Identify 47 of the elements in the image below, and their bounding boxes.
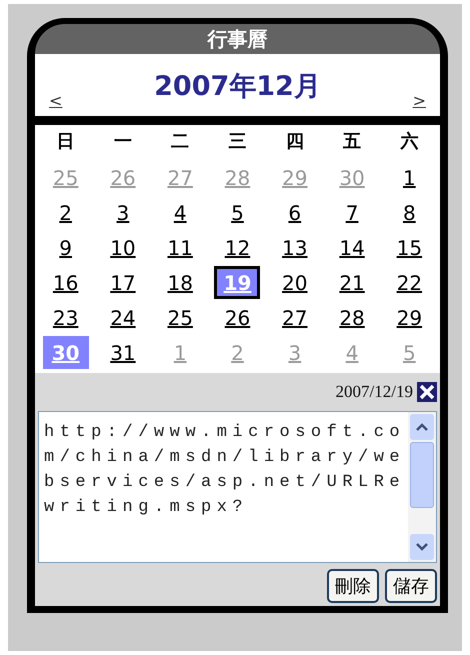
calendar-day[interactable]: 24 <box>100 301 146 334</box>
calendar-day[interactable]: 11 <box>157 231 204 264</box>
calendar-day[interactable]: 2 <box>42 196 89 229</box>
calendar-day[interactable]: 1 <box>386 161 432 194</box>
calendar-day[interactable]: 26 <box>214 301 260 334</box>
calendar-day[interactable]: 28 <box>329 301 376 334</box>
close-icon <box>419 384 435 400</box>
calendar-day[interactable]: 29 <box>386 301 432 334</box>
month-title: 2007年12月 <box>154 70 321 104</box>
calendar-day[interactable]: 21 <box>329 266 376 299</box>
calendar-day[interactable]: 9 <box>42 231 89 264</box>
weekday-label: 一 <box>112 130 133 154</box>
calendar-day[interactable]: 10 <box>100 231 146 264</box>
previous-month-link[interactable]: < <box>49 91 62 110</box>
calendar-day[interactable]: 8 <box>386 196 432 229</box>
calendar-day[interactable]: 16 <box>42 266 89 299</box>
calendar-day[interactable]: 27 <box>272 301 318 334</box>
calendar-day[interactable]: 4 <box>157 196 204 229</box>
calendar-day[interactable]: 22 <box>386 266 432 299</box>
calendar-day[interactable]: 18 <box>157 266 204 299</box>
weekday-label: 三 <box>227 130 248 154</box>
calendar-day[interactable]: 31 <box>100 336 146 369</box>
calendar-day[interactable]: 3 <box>100 196 146 229</box>
calendar-day[interactable]: 23 <box>42 301 89 334</box>
weekday-label: 五 <box>342 130 362 154</box>
selected-date: 2007/12/19 <box>336 382 413 402</box>
weekday-label: 日 <box>56 130 76 154</box>
calendar-day[interactable]: 6 <box>272 196 318 229</box>
calendar-day[interactable]: 13 <box>272 231 318 264</box>
calendar-day[interactable]: 25 <box>157 301 204 334</box>
weekday-label: 二 <box>170 130 190 154</box>
next-month-link[interactable]: > <box>412 91 426 110</box>
calendar-day[interactable]: 12 <box>214 231 260 264</box>
note-field[interactable]: http://www.microsoft.com/china/msdn/library/webservices/asp.net/URLRewriting.mspx? <box>38 411 437 563</box>
calendar-day[interactable]: 14 <box>329 231 376 264</box>
weekday-label: 四 <box>284 130 305 154</box>
weekday-label: 六 <box>399 130 420 154</box>
calendar-day[interactable]: 15 <box>386 231 432 264</box>
window-title: 行事曆 <box>208 26 268 52</box>
calendar-day[interactable]: 20 <box>272 266 318 299</box>
action-button[interactable]: 儲存 <box>385 569 437 603</box>
calendar-day[interactable]: 5 <box>214 196 260 229</box>
close-button[interactable] <box>417 382 437 402</box>
action-button[interactable]: 刪除 <box>327 569 379 603</box>
calendar-day[interactable]: 7 <box>329 196 376 229</box>
scrollbar[interactable] <box>408 412 436 562</box>
calendar-day[interactable]: 17 <box>100 266 146 299</box>
